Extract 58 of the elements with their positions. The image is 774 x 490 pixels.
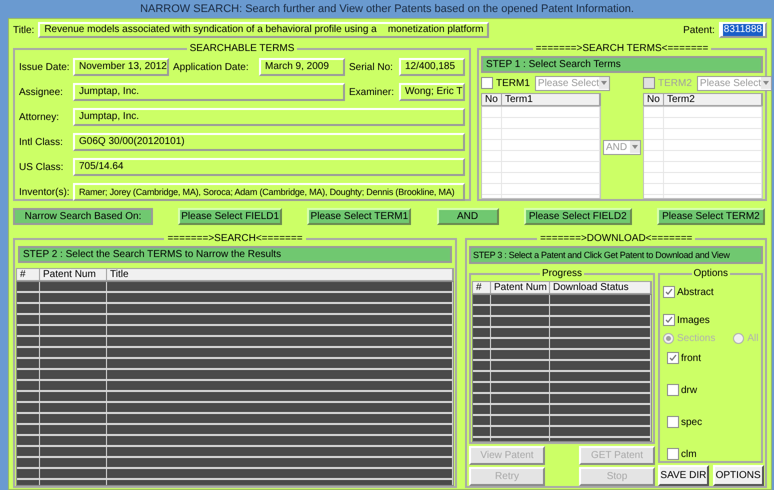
option-button[interactable]: SAVE DIR: [658, 465, 709, 486]
field-label: Examiner:: [349, 86, 394, 100]
group-legend: Progress: [540, 266, 584, 281]
field-label: Intl Class:: [19, 136, 63, 150]
checkbox-label: clm: [681, 448, 697, 462]
column-header[interactable]: Download Status: [550, 282, 651, 293]
text-field[interactable]: March 9, 2009: [259, 58, 345, 76]
checkbox-label: drw: [681, 384, 698, 398]
column-header[interactable]: #: [17, 269, 40, 280]
field-label: Serial No:: [349, 60, 393, 74]
text-field[interactable]: Jumptap, Inc.: [73, 108, 465, 126]
group-legend: =======>SEARCH<=======: [164, 231, 306, 246]
column-header[interactable]: Term1: [502, 94, 600, 105]
group-legend: SEARCHABLE TERMS: [186, 41, 298, 56]
window-title: NARROW SEARCH: Search further and View other Patents based on the opened Patent Information.: [140, 2, 634, 17]
select-button[interactable]: Please Select FIELD2: [524, 208, 632, 224]
select-button[interactable]: Please Select TERM1: [307, 208, 412, 224]
field-label: Title:: [13, 24, 34, 38]
patent-field[interactable]: 8311888: [718, 22, 767, 38]
field-label: Attorney:: [19, 110, 60, 124]
select-button[interactable]: AND: [436, 208, 499, 224]
checkbox-label: TERM2: [658, 76, 692, 90]
step-banner: STEP 1 : Select Search Terms: [481, 56, 763, 73]
column-header[interactable]: No: [482, 94, 502, 105]
field-label: Patent:: [683, 24, 715, 38]
text-field[interactable]: November 13, 2012: [73, 58, 169, 76]
group-legend: =======>DOWNLOAD<=======: [537, 231, 696, 246]
option-button[interactable]: OPTIONS: [712, 465, 764, 486]
title-field[interactable]: Revenue models associated with syndication of a behavioral profile using a monetization platform: [38, 22, 490, 38]
select-button[interactable]: Please Select TERM2: [656, 208, 765, 224]
checkbox-label: Images: [677, 314, 710, 328]
field-label: Inventor(s):: [19, 186, 70, 200]
field-label: US Class:: [19, 160, 64, 174]
radio-label: All: [747, 332, 758, 346]
checkbox-label: front: [681, 352, 702, 366]
column-header[interactable]: Title: [107, 269, 453, 280]
field-label: Assignee:: [19, 86, 63, 100]
group-legend: Options: [692, 266, 730, 281]
column-header[interactable]: #: [473, 282, 491, 293]
column-header[interactable]: Patent Num: [40, 269, 107, 280]
text-field[interactable]: 705/14.64: [73, 158, 465, 176]
text-field[interactable]: Jumptap, Inc.: [73, 83, 345, 101]
text-field[interactable]: Wong; Eric T: [399, 83, 465, 101]
narrow-search-label: Narrow Search Based On:: [13, 208, 153, 224]
field-label: Application Date:: [173, 60, 249, 74]
text-field[interactable]: G06Q 30/00(20120101): [73, 133, 465, 151]
select-button[interactable]: Please Select FIELD1: [178, 208, 282, 224]
radio-label: Sections: [677, 332, 716, 346]
column-header[interactable]: Patent Num: [491, 282, 550, 293]
text-field[interactable]: 12/400,185: [399, 58, 465, 76]
checkbox-label: Abstract: [677, 286, 714, 300]
text-field[interactable]: Ramer; Jorey (Cambridge, MA), Soroca; Adam (Cambridge, MA), Doughty; Dennis (Brookline, MA): [73, 183, 465, 201]
group-legend: =======>SEARCH TERMS<=======: [532, 41, 712, 56]
checkbox-label: spec: [681, 416, 702, 430]
step-banner: STEP 3 : Select a Patent and Click Get Patent to Download and View: [469, 246, 764, 264]
checkbox-label: TERM1: [496, 76, 530, 90]
field-label: Issue Date:: [19, 60, 70, 74]
step-banner: STEP 2 : Select the Search TERMS to Narrow the Results: [18, 246, 452, 263]
